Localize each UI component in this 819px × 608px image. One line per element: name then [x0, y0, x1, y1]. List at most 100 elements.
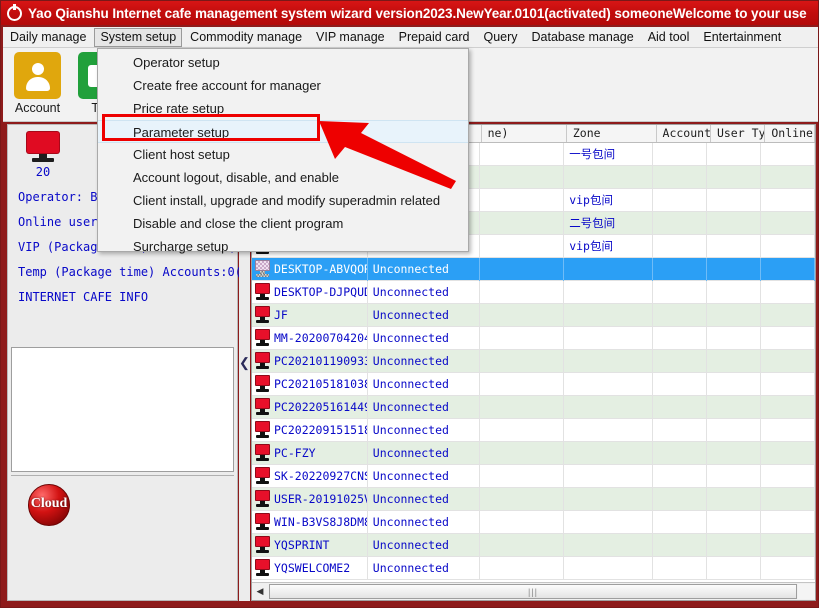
sidebar-notes-area[interactable] [11, 347, 234, 472]
dropdown-item-client-host-setup[interactable]: Client host setup [98, 143, 468, 166]
table-cell-user-type [707, 303, 762, 327]
table-cell-zone [564, 165, 654, 189]
table-column-header[interactable]: Account [657, 125, 711, 142]
table-cell-zone [564, 326, 654, 350]
monitor-red-icon [254, 283, 271, 301]
menu-item-vip-manage[interactable]: VIP manage [310, 28, 391, 47]
hostname-label: PC202209151518 [274, 422, 368, 437]
monitor-red-icon [254, 329, 271, 347]
dropdown-item-account-logout-disable-and-enable[interactable]: Account logout, disable, and enable [98, 166, 468, 189]
table-cell-status: Unconnected [368, 441, 480, 465]
dropdown-item-operator-setup[interactable]: Operator setup [98, 51, 468, 74]
scrollbar-thumb[interactable]: ||| [269, 584, 797, 599]
dropdown-item-price-rate-setup[interactable]: Price rate setup [98, 97, 468, 120]
table-column-header[interactable]: ne) [482, 125, 567, 142]
table-cell-online [761, 234, 815, 258]
hostname-label: SK-20220927CNSJ [274, 468, 368, 483]
table-cell-time [480, 533, 565, 557]
table-cell-status: Unconnected [368, 326, 480, 350]
table-cell-zone [564, 418, 654, 442]
table-row[interactable]: PC202205161449 Unconnected [252, 395, 815, 419]
dropdown-item-disable-and-close-the-client-program[interactable]: Disable and close the client program [98, 212, 468, 235]
table-cell-online [761, 257, 815, 281]
table-cell-status: Unconnected [368, 303, 480, 327]
dropdown-item-surcharge-setup[interactable]: Surcharge setup [98, 235, 468, 258]
table-column-header[interactable]: Zone [567, 125, 657, 142]
table-cell-online [761, 510, 815, 534]
dropdown-item-create-free-account-for-manager[interactable]: Create free account for manager [98, 74, 468, 97]
table-cell-zone [564, 487, 654, 511]
person-glyph [25, 62, 51, 91]
table-row[interactable]: JF Unconnected [252, 303, 815, 327]
hostname-label: JF [274, 307, 288, 322]
menu-item-prepaid-card[interactable]: Prepaid card [393, 28, 476, 47]
table-cell-user-type [707, 257, 762, 281]
table-cell-online [761, 441, 815, 465]
table-cell-zone [564, 280, 654, 304]
table-column-header[interactable]: User Typ [711, 125, 766, 142]
table-cell-hostname: PC202101190933 [252, 349, 368, 373]
table-cell-status: Unconnected [368, 418, 480, 442]
menu-item-system-setup[interactable]: System setup [94, 27, 183, 47]
table-cell-user-type [707, 441, 762, 465]
table-cell-zone [564, 349, 654, 373]
toolbar-button-label: Account [14, 101, 61, 115]
menu-item-commodity-manage[interactable]: Commodity manage [184, 28, 308, 47]
table-cell-zone [564, 257, 654, 281]
menu-item-aid-tool[interactable]: Aid tool [642, 28, 696, 47]
table-cell-account [653, 303, 708, 327]
dropdown-item-client-install-upgrade-and-modify-superadmin-related[interactable]: Client install, upgrade and modify super… [98, 189, 468, 212]
table-column-header[interactable]: Online [765, 125, 815, 142]
menu-item-entertainment[interactable]: Entertainment [697, 28, 787, 47]
menu-item-query[interactable]: Query [477, 28, 523, 47]
system-setup-dropdown-menu: Operator setup Create free account for ma… [97, 48, 469, 254]
table-row[interactable]: YQSPRINT Unconnected [252, 533, 815, 557]
sidebar-cloud-area: Cloud [11, 475, 234, 597]
table-row[interactable]: SK-20220927CNSJ Unconnected [252, 464, 815, 488]
table-cell-hostname: WIN-B3VS8J8DM83 [252, 510, 368, 534]
table-row[interactable]: PC202101190933 Unconnected [252, 349, 815, 373]
chevron-left-icon[interactable]: ❮ [239, 356, 250, 369]
table-cell-account [653, 418, 708, 442]
monitor-red-icon [254, 490, 271, 508]
table-cell-account [653, 165, 708, 189]
table-cell-zone [564, 533, 654, 557]
table-cell-online [761, 487, 815, 511]
app-circle-icon [7, 3, 22, 21]
table-cell-status: Unconnected [368, 487, 480, 511]
menu-item-daily-manage[interactable]: Daily manage [4, 28, 92, 47]
hostname-label: PC202101190933 [274, 353, 368, 368]
scrollbar-track-tail[interactable] [798, 584, 815, 599]
scroll-left-arrow-icon[interactable]: ◀ [252, 584, 268, 600]
table-row[interactable]: PC202209151518 Unconnected [252, 418, 815, 442]
table-row[interactable]: YQSWELCOME2 Unconnected [252, 556, 815, 580]
table-row[interactable]: DESKTOP-DJPQUD5 Unconnected [252, 280, 815, 304]
table-cell-account [653, 349, 708, 373]
table-cell-hostname: DESKTOP-DJPQUD5 [252, 280, 368, 304]
monitor-red-icon [254, 306, 271, 324]
table-row[interactable]: PC-FZY Unconnected [252, 441, 815, 465]
table-cell-zone [564, 372, 654, 396]
cloud-badge[interactable]: Cloud [28, 484, 70, 526]
monitor-red-icon [26, 131, 60, 154]
table-row[interactable]: MM-202007042048 Unconnected [252, 326, 815, 350]
monitor-red-icon [254, 398, 271, 416]
table-row[interactable]: DESKTOP-ABVQOR6 Unconnected [252, 257, 815, 281]
hostname-label: USER-20191025VU [274, 491, 368, 506]
table-cell-zone [564, 303, 654, 327]
table-cell-hostname: JF [252, 303, 368, 327]
table-row[interactable]: USER-20191025VU Unconnected [252, 487, 815, 511]
table-cell-user-type [707, 211, 762, 235]
table-cell-time [480, 441, 565, 465]
table-cell-user-type [707, 395, 762, 419]
dropdown-item-parameter-setup[interactable]: Parameter setup [98, 120, 468, 143]
table-row[interactable]: PC202105181038 Unconnected [252, 372, 815, 396]
horizontal-scrollbar[interactable]: ◀ ||| [252, 582, 815, 600]
table-cell-time [480, 303, 565, 327]
menu-item-database-manage[interactable]: Database manage [526, 28, 640, 47]
toolbar-button-account[interactable]: Account [9, 48, 66, 115]
table-row[interactable]: WIN-B3VS8J8DM83 Unconnected [252, 510, 815, 534]
hostname-label: MM-202007042048 [274, 330, 368, 345]
table-cell-account [653, 257, 708, 281]
table-cell-time [480, 487, 565, 511]
